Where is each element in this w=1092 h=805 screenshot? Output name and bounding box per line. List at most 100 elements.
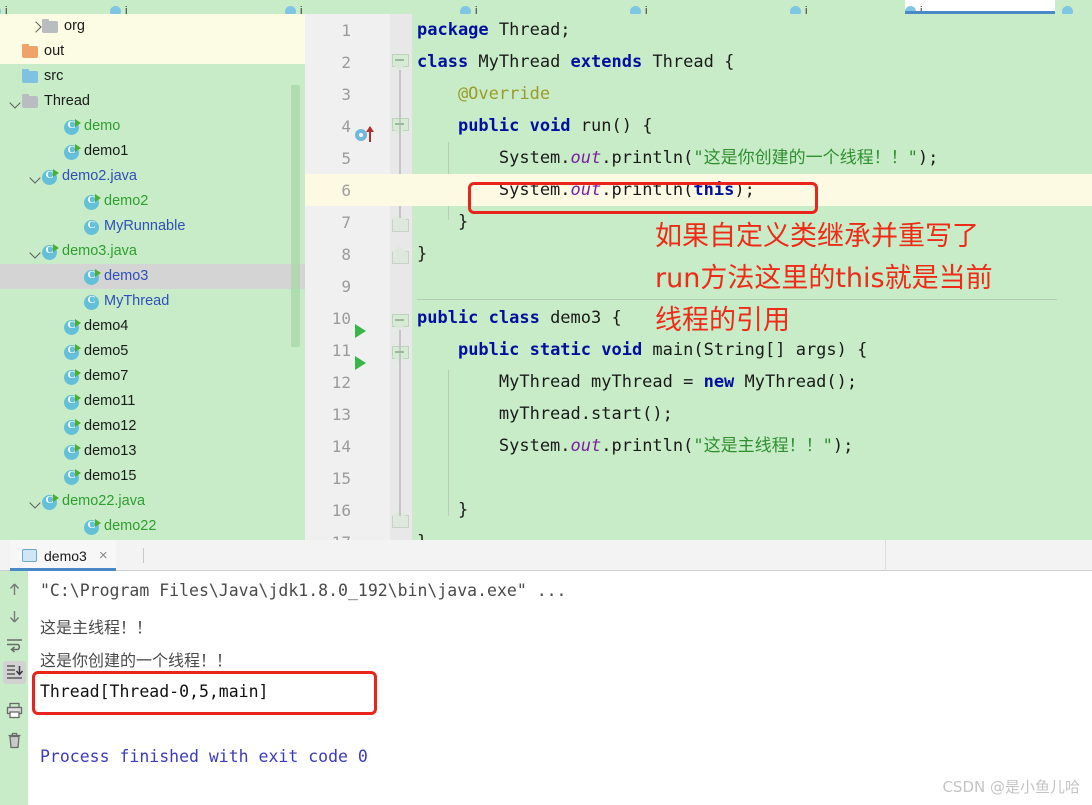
console-toolbar[interactable] xyxy=(0,571,28,805)
tree-item-label: demo3.java xyxy=(62,243,137,259)
code-line-13[interactable]: 13 myThread.start(); xyxy=(305,398,1092,430)
class-run-icon: C xyxy=(64,418,81,435)
editor-tab-label: j xyxy=(920,5,923,15)
run-console-panel[interactable]: demo3 × "C:\Program Files\Java\jdk1.8.0_… xyxy=(0,540,1092,805)
tree-item-label: demo15 xyxy=(84,468,137,484)
chevron-down-icon[interactable] xyxy=(28,495,42,509)
code-line-17[interactable]: 17} xyxy=(305,526,1092,540)
editor-tab-5[interactable]: j xyxy=(790,0,910,14)
annotation-line-3: 线程的引用 xyxy=(655,305,790,336)
class-letter: C xyxy=(67,143,76,156)
tree-item-org[interactable]: org xyxy=(0,14,305,39)
tree-item-demo4[interactable]: Cdemo4 xyxy=(0,314,305,339)
trash-icon[interactable] xyxy=(3,729,26,752)
code-line-text: myThread.start(); xyxy=(417,403,673,425)
code-line-2[interactable]: 2 class MyThread extends Thread { xyxy=(305,46,1092,78)
tree-item-demo11[interactable]: Cdemo11 xyxy=(0,389,305,414)
tree-item-demo15[interactable]: Cdemo15 xyxy=(0,464,305,489)
chevron-down-icon[interactable] xyxy=(28,245,42,259)
tree-item-out[interactable]: out xyxy=(0,39,305,64)
console-output-area[interactable]: "C:\Program Files\Java\jdk1.8.0_192\bin\… xyxy=(28,571,1092,805)
console-tab-demo3[interactable]: demo3 × xyxy=(10,540,116,571)
line-number: 13 xyxy=(331,405,351,424)
tree-item-label: demo7 xyxy=(84,368,129,384)
tree-item-label: demo xyxy=(84,118,121,134)
java-file-icon xyxy=(285,6,296,14)
console-tab-label: demo3 xyxy=(44,547,87,564)
print-icon[interactable] xyxy=(3,699,26,722)
tree-item-demo5[interactable]: Cdemo5 xyxy=(0,339,305,364)
tree-item-demo22[interactable]: Cdemo22 xyxy=(0,514,305,539)
editor-tab-active[interactable]: j xyxy=(905,0,1055,14)
sidebar-scrollbar[interactable] xyxy=(291,85,300,347)
code-line-15[interactable]: 15 xyxy=(305,462,1092,494)
annotation-line-1: 如果自定义类继承并重写了 xyxy=(655,221,979,252)
chevron-down-icon[interactable] xyxy=(28,170,42,184)
code-line-16[interactable]: 16 } xyxy=(305,494,1092,526)
tree-item-demo[interactable]: Cdemo xyxy=(0,114,305,139)
tree-item-demo3-java[interactable]: Cdemo3.java xyxy=(0,239,305,264)
class-run-icon: C xyxy=(42,168,59,185)
tree-item-thread[interactable]: Thread xyxy=(0,89,305,114)
tree-item-demo2[interactable]: Cdemo2 xyxy=(0,189,305,214)
class-letter: C xyxy=(67,368,76,381)
code-line-14[interactable]: 14 System.out.println("这是主线程！！"); xyxy=(305,430,1092,462)
tree-item-demo12[interactable]: Cdemo12 xyxy=(0,414,305,439)
editor-tab-0[interactable]: j xyxy=(0,0,110,14)
scroll-to-end-icon[interactable] xyxy=(3,661,26,684)
tree-item-label: out xyxy=(44,43,65,59)
code-line-5[interactable]: 5 System.out.println("这是你创建的一个线程！！"); xyxy=(305,142,1092,174)
editor-tab-label: j xyxy=(645,5,648,15)
code-line-6[interactable]: 6 System.out.println(this); xyxy=(305,174,1092,206)
editor-tab-2[interactable]: j xyxy=(285,0,405,14)
code-line-12[interactable]: 12 MyThread myThread = new MyThread(); xyxy=(305,366,1092,398)
tree-item-demo3[interactable]: Cdemo3 xyxy=(0,264,305,289)
code-line-4[interactable]: 4 public void run() { xyxy=(305,110,1092,142)
editor-tab-3[interactable]: j xyxy=(460,0,580,14)
tree-item-label: demo13 xyxy=(84,443,137,459)
tree-item-demo13[interactable]: Cdemo13 xyxy=(0,439,305,464)
code-line-text: } xyxy=(417,499,468,521)
editor-tab-6[interactable] xyxy=(1062,0,1092,14)
class-letter: C xyxy=(45,168,54,181)
code-line-3[interactable]: 3 @Override xyxy=(305,78,1092,110)
class-run-icon: C xyxy=(64,443,81,460)
soft-wrap-icon[interactable] xyxy=(3,633,26,656)
editor-tab-1[interactable]: j xyxy=(110,0,230,14)
tree-item-demo7[interactable]: Cdemo7 xyxy=(0,364,305,389)
scroll-down-icon[interactable] xyxy=(3,605,26,628)
code-token: class xyxy=(417,52,479,72)
tree-item-src[interactable]: src xyxy=(0,64,305,89)
editor-tab-4[interactable]: j xyxy=(630,0,750,14)
code-line-1[interactable]: 1 package Thread; xyxy=(305,14,1092,46)
chevron-right-icon[interactable] xyxy=(28,20,42,34)
editor-tab-strip[interactable]: j j j j j j j xyxy=(0,0,1092,14)
tree-item-demo22-java[interactable]: Cdemo22.java xyxy=(0,489,305,514)
tree-item-label: MyRunnable xyxy=(104,218,186,234)
tree-item-myrunnable[interactable]: C MyRunnable xyxy=(0,214,305,239)
console-tab-bar[interactable]: demo3 × xyxy=(0,540,1092,571)
class-run-icon: C xyxy=(64,318,81,335)
code-editor[interactable]: 1 package Thread; 2 class MyThread extends … xyxy=(305,14,1092,540)
chevron-down-icon[interactable] xyxy=(8,95,22,109)
scroll-up-icon[interactable] xyxy=(3,578,26,601)
code-token: myThread.start(); xyxy=(417,404,673,424)
class-letter: C xyxy=(87,518,96,531)
tree-item-demo1[interactable]: Cdemo1 xyxy=(0,139,305,164)
tree-item-label: demo3 xyxy=(104,268,149,284)
project-tree-panel[interactable]: org out src Thread Cdemo Cdemo1 Cdemo2.java Cde… xyxy=(0,14,305,540)
tree-item-mythread[interactable]: C MyThread xyxy=(0,289,305,314)
code-token: "这是你创建的一个线程！！" xyxy=(693,148,918,168)
close-icon[interactable]: × xyxy=(99,548,108,563)
code-token: public void xyxy=(457,116,581,136)
code-token: ); xyxy=(832,436,854,456)
code-token: out xyxy=(570,180,602,200)
annotation-line-2: run方法这里的this就是当前 xyxy=(655,263,993,294)
tree-item-demo2-java[interactable]: Cdemo2.java xyxy=(0,164,305,189)
tree-item-label: demo4 xyxy=(84,318,129,334)
